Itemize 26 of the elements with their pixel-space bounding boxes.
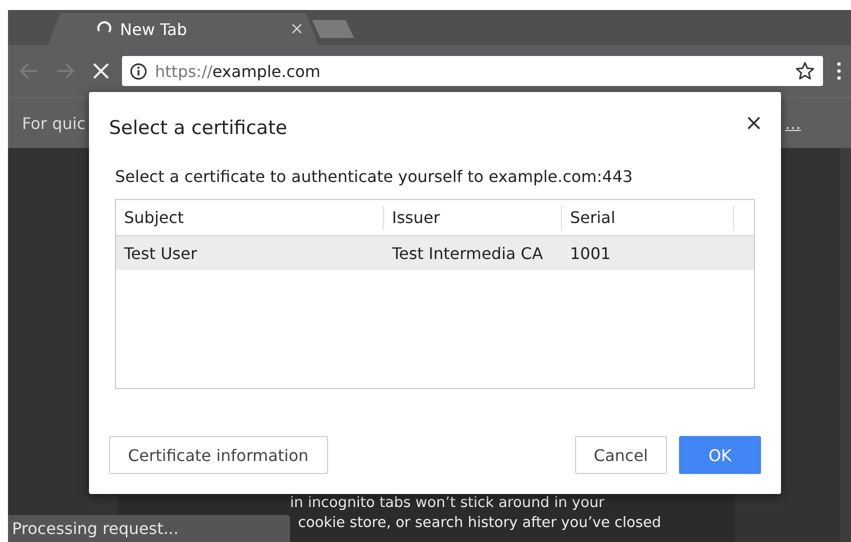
info-icon[interactable] bbox=[130, 62, 147, 80]
info-bar-link[interactable]: … bbox=[785, 114, 801, 132]
column-header[interactable]: Issuer bbox=[384, 206, 562, 230]
page-text: in incognito tabs won’t stick around in your bbox=[290, 494, 606, 513]
address-field[interactable]: https://example.com bbox=[122, 56, 823, 86]
column-header[interactable]: Serial bbox=[562, 206, 734, 230]
dialog-button[interactable]: Cancel bbox=[574, 436, 667, 474]
dialog-message: Select a certificate to authenticate yourself to example.com:443 bbox=[115, 167, 634, 186]
table-cell-text: Test Intermedia CA bbox=[391, 244, 544, 262]
browser-tab[interactable]: New Tab × bbox=[48, 13, 318, 45]
status-text: Processing request... bbox=[12, 519, 179, 538]
table-cell-text: 1001 bbox=[569, 244, 612, 262]
ok-button[interactable]: OK bbox=[679, 436, 761, 474]
dialog-title: Select a certificate bbox=[109, 117, 288, 139]
close-button[interactable]: × bbox=[744, 104, 763, 142]
tab-close-button[interactable]: × bbox=[290, 19, 304, 39]
table-row[interactable]: Test User Test Intermedia CA 1001 bbox=[116, 236, 754, 270]
scrollbar[interactable] bbox=[840, 148, 851, 542]
info-bar-text: For quic bbox=[22, 114, 86, 132]
column-header[interactable]: Subject bbox=[116, 206, 384, 230]
star-icon[interactable] bbox=[795, 61, 815, 81]
tab-title: New Tab bbox=[120, 20, 188, 38]
table-cell-text: Test User bbox=[123, 244, 198, 262]
page-text: cookie store, or search history after you’ve closed bbox=[298, 514, 662, 533]
menu-icon[interactable] bbox=[837, 62, 841, 80]
dialog-button[interactable]: Certificate information bbox=[109, 436, 328, 474]
